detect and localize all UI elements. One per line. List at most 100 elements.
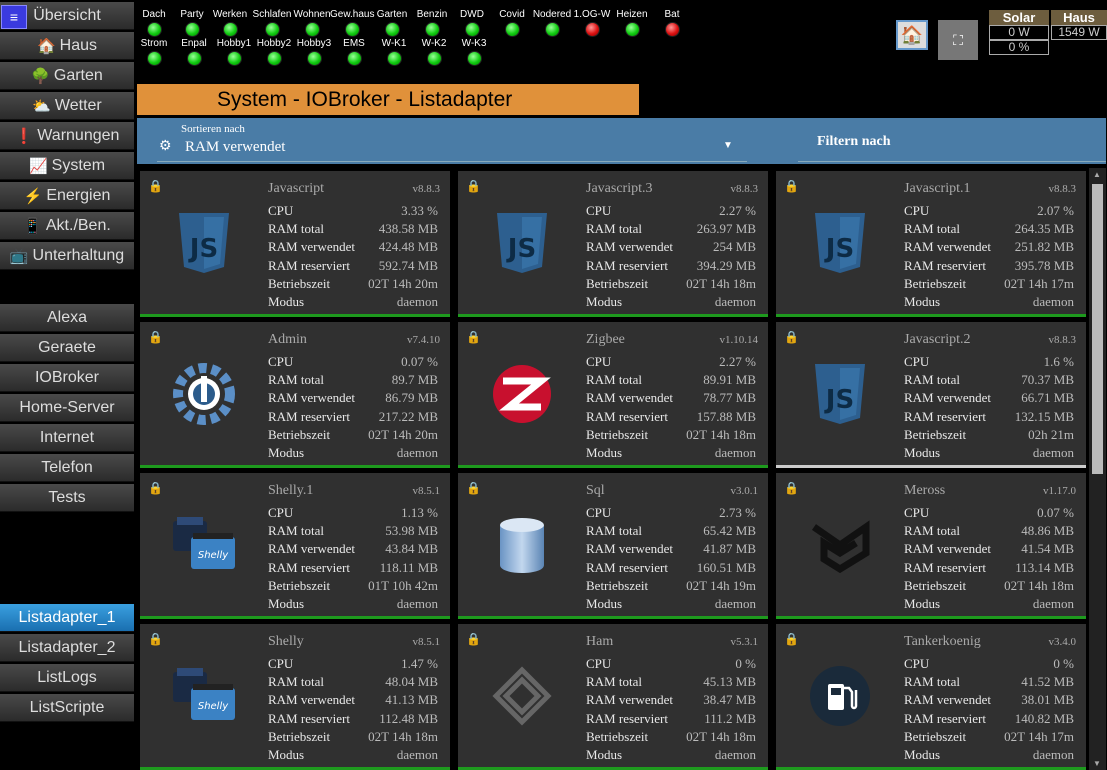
scroll-up-icon[interactable]: ▲ — [1093, 170, 1101, 179]
status-nodered[interactable]: Nodered — [530, 9, 574, 37]
status-ems[interactable]: EMS — [332, 38, 376, 66]
status-1-og-w[interactable]: 1.OG-W — [570, 9, 614, 37]
status-bat[interactable]: Bat — [650, 9, 694, 37]
sidebar-item-wetter[interactable]: ⛅ Wetter — [0, 92, 134, 120]
sidebar-item-home-server[interactable]: Home-Server — [0, 394, 134, 422]
adapter-card-zigbee[interactable]: 🔒 Zigbee v1.10.14 CPU 2.27 % RAM total 89.91 M… — [458, 322, 768, 468]
home-icon[interactable]: 🏠 — [896, 20, 928, 50]
sort-select[interactable]: RAM verwendet — [185, 139, 285, 156]
stat-row: CPU 0.07 % — [268, 353, 438, 371]
status-label: DWD — [460, 9, 484, 20]
sidebar-item-haus[interactable]: 🏠 Haus — [0, 32, 134, 60]
adapter-card-sql[interactable]: 🔒 Sql v3.0.1 CPU 2.73 % RAM total 65.42 MB RAM … — [458, 473, 768, 619]
status-schlafen[interactable]: Schlafen — [250, 9, 294, 37]
status-gew-haus[interactable]: Gew.haus — [330, 9, 374, 37]
sidebar-item-listscripte[interactable]: ListScripte — [0, 694, 134, 722]
adapter-version: v8.8.3 — [1048, 334, 1077, 346]
status-covid[interactable]: Covid — [490, 9, 534, 37]
sidebar-item-unterhaltung[interactable]: 📺 Unterhaltung — [0, 242, 134, 270]
sidebar-item-internet[interactable]: Internet — [0, 424, 134, 452]
adapter-card-meross[interactable]: 🔒 Meross v1.17.0 CPU 0.07 % RAM total 48.86 MB… — [776, 473, 1086, 619]
status-label: Covid — [499, 9, 525, 20]
sidebar-item-akt-ben-[interactable]: 📱 Akt./Ben. — [0, 212, 134, 240]
sidebar-item-warnungen[interactable]: ❗ Warnungen — [0, 122, 134, 150]
stat-value: daemon — [714, 595, 756, 611]
status-w-k1[interactable]: W-K1 — [372, 38, 416, 66]
adapter-stats: CPU 0.07 % RAM total 89.7 MB RAM verwendet 86… — [268, 353, 438, 462]
status-w-k2[interactable]: W-K2 — [412, 38, 456, 66]
sidebar-item-alexa[interactable]: Alexa — [0, 304, 134, 332]
stat-value: 1.6 % — [1043, 354, 1074, 369]
stat-row: RAM total 70.37 MB — [904, 371, 1074, 389]
adapter-card-javascript-1[interactable]: 🔒 JS Javascript.1 v8.8.3 CPU 2.07 % RAM total 2… — [776, 171, 1086, 317]
lock-icon: 🔒 — [466, 632, 481, 646]
sidebar-item-listadapter-1[interactable]: Listadapter_1 — [0, 604, 134, 632]
stat-row: RAM total 65.42 MB — [586, 522, 756, 540]
status-enpal[interactable]: Enpal — [172, 38, 216, 66]
status-dwd[interactable]: DWD — [450, 9, 494, 37]
adapter-card-javascript-3[interactable]: 🔒 JS Javascript.3 v8.8.3 CPU 2.27 % RAM total 2… — [458, 171, 768, 317]
stat-value: 254 MB — [713, 239, 756, 255]
adapter-card-javascript-2[interactable]: 🔒 JS Javascript.2 v8.8.3 CPU 1.6 % RAM total 70… — [776, 322, 1086, 468]
admin-logo-icon — [166, 356, 242, 432]
sidebar-item-listlogs[interactable]: ListLogs — [0, 664, 134, 692]
stat-value: daemon — [714, 746, 756, 762]
status-w-k3[interactable]: W-K3 — [452, 38, 496, 66]
stat-label: RAM total — [586, 221, 642, 237]
stat-value: daemon — [714, 293, 756, 309]
zigbee-logo-icon — [484, 356, 560, 432]
adapter-card-tankerkoenig[interactable]: 🔒 Tankerkoenig v3.4.0 CPU 0 % RAM total 41.52 … — [776, 624, 1086, 770]
adapter-card-admin[interactable]: 🔒 Admin v7.4.10 CPU 0.07 % RAM total 89.7 MB RA… — [140, 322, 450, 468]
stat-value: 45.13 MB — [703, 674, 756, 690]
status-benzin[interactable]: Benzin — [410, 9, 454, 37]
energy-panel: Solar Haus 0 W 1549 W 0 % — [989, 10, 1107, 56]
page-title: System - IOBroker - Listadapter — [137, 84, 639, 115]
sidebar-item-system[interactable]: 📈 System — [0, 152, 134, 180]
scrollbar-thumb[interactable] — [1092, 184, 1103, 474]
stat-row: RAM verwendet 86.79 MB — [268, 389, 438, 407]
chevron-down-icon[interactable]: ▼ — [723, 140, 733, 151]
stat-label: CPU — [268, 354, 294, 369]
filter-input[interactable]: Filtern nach — [817, 134, 891, 150]
svg-text:JS: JS — [824, 234, 854, 264]
sidebar-item-garten[interactable]: 🌳 Garten — [0, 62, 134, 90]
status-hobby2[interactable]: Hobby2 — [252, 38, 296, 66]
stat-label: CPU — [586, 354, 612, 369]
scrollbar[interactable]: ▲ ▼ — [1089, 168, 1106, 770]
sidebar-item-tests[interactable]: Tests — [0, 484, 134, 512]
status-heizen[interactable]: Heizen — [610, 9, 654, 37]
sidebar-item-energien[interactable]: ⚡ Energien — [0, 182, 134, 210]
tanker-logo-icon — [802, 658, 878, 734]
js-logo-icon: JS — [802, 356, 878, 432]
sidebar-item-iobroker[interactable]: IOBroker — [0, 364, 134, 392]
adapter-card-javascript[interactable]: 🔒 JS Javascript v8.8.3 CPU 3.33 % RAM total 438… — [140, 171, 450, 317]
sidebar-item-label: Listadapter_2 — [18, 638, 116, 656]
stat-value: 160.51 MB — [696, 559, 756, 575]
status-wohnen[interactable]: Wohnen — [290, 9, 334, 37]
shelly-logo-icon: Shelly — [166, 507, 242, 583]
stat-row: RAM reserviert 157.88 MB — [586, 408, 756, 426]
sidebar-item-listadapter-2[interactable]: Listadapter_2 — [0, 634, 134, 662]
stat-label: CPU — [268, 505, 294, 520]
status-strom[interactable]: Strom — [132, 38, 176, 66]
status-garten[interactable]: Garten — [370, 9, 414, 37]
sidebar-item-telefon[interactable]: Telefon — [0, 454, 134, 482]
stat-label: Betriebszeit — [904, 728, 967, 744]
stat-label: Betriebszeit — [586, 426, 649, 442]
status-label: Garten — [376, 9, 408, 20]
status-werken[interactable]: Werken — [208, 9, 252, 37]
status-hobby3[interactable]: Hobby3 — [292, 38, 336, 66]
adapter-card-ham[interactable]: 🔒 Ham v5.3.1 CPU 0 % RAM total 45.13 MB RAM ver… — [458, 624, 768, 770]
adapter-card-shelly[interactable]: 🔒 Shelly Shelly v8.5.1 CPU 1.47 % RAM total 48.… — [140, 624, 450, 770]
adapter-card-shelly-1[interactable]: 🔒 Shelly Shelly.1 v8.5.1 CPU 1.13 % RAM total 5… — [140, 473, 450, 619]
hamburger-icon[interactable]: ≡ — [1, 5, 27, 29]
stat-label: Betriebszeit — [586, 577, 649, 593]
fullscreen-icon[interactable]: ⛶ — [938, 20, 978, 60]
stat-row: RAM reserviert 217.22 MB — [268, 408, 438, 426]
scroll-down-icon[interactable]: ▼ — [1093, 759, 1101, 768]
haus-header: Haus — [1051, 10, 1107, 25]
status-hobby1[interactable]: Hobby1 — [212, 38, 256, 66]
stat-row: RAM reserviert 132.15 MB — [904, 408, 1074, 426]
stat-label: CPU — [586, 656, 612, 671]
sidebar-item-geraete[interactable]: Geraete — [0, 334, 134, 362]
